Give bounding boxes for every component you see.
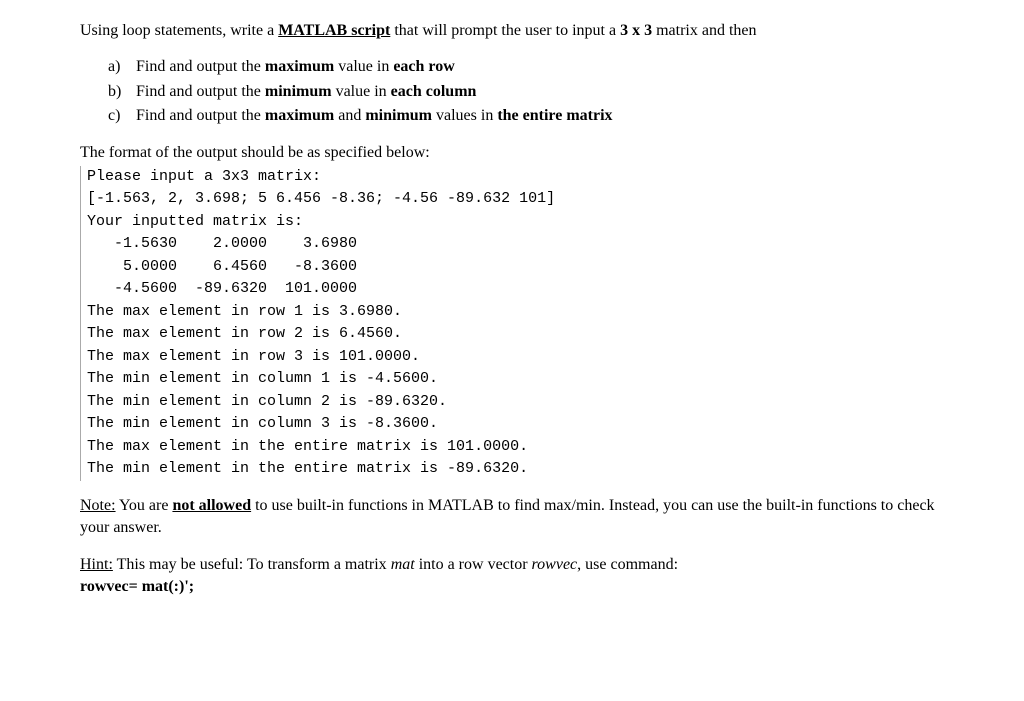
task-a-mid: value in <box>334 58 393 75</box>
task-b-key1: minimum <box>265 83 332 100</box>
task-b-marker: b) <box>108 81 136 103</box>
intro-text-1: Using loop statements, write a <box>80 22 278 39</box>
intro-text-2: that will prompt the user to input a <box>390 22 620 39</box>
format-label: The format of the output should be as sp… <box>80 142 944 164</box>
hint-label: Hint: <box>80 556 113 573</box>
hint-command: rowvec= mat(:)'; <box>80 578 194 595</box>
note-text-1: You are <box>116 497 173 514</box>
task-a-marker: a) <box>108 56 136 78</box>
output-example: Please input a 3x3 matrix: [-1.563, 2, 3… <box>80 166 944 481</box>
task-c: c)Find and output the maximum and minimu… <box>108 105 944 127</box>
intro-text-3: matrix and then <box>652 22 756 39</box>
hint-text-1: This may be useful: To transform a matri… <box>113 556 391 573</box>
task-c-marker: c) <box>108 105 136 127</box>
task-a-key2: each row <box>393 58 454 75</box>
task-a-pre: Find and output the <box>136 58 265 75</box>
task-c-mid: values in <box>432 107 497 124</box>
task-a-key1: maximum <box>265 58 334 75</box>
hint-paragraph: Hint: This may be useful: To transform a… <box>80 554 944 599</box>
note-emphasis: not allowed <box>172 497 251 514</box>
task-a: a)Find and output the maximum value in e… <box>108 56 944 78</box>
task-b: b)Find and output the minimum value in e… <box>108 81 944 103</box>
task-c-pre: Find and output the <box>136 107 265 124</box>
task-b-mid: value in <box>332 83 391 100</box>
task-c-key3: the entire matrix <box>497 107 612 124</box>
task-list: a)Find and output the maximum value in e… <box>108 56 944 127</box>
hint-text-2: into a row vector <box>415 556 532 573</box>
note-paragraph: Note: You are not allowed to use built-i… <box>80 495 944 540</box>
intro-paragraph: Using loop statements, write a MATLAB sc… <box>80 20 944 42</box>
task-b-pre: Find and output the <box>136 83 265 100</box>
task-c-key2: minimum <box>365 107 432 124</box>
task-c-and: and <box>334 107 365 124</box>
intro-emphasis-size: 3 x 3 <box>620 22 652 39</box>
task-b-key2: each column <box>391 83 477 100</box>
task-c-key1: maximum <box>265 107 334 124</box>
note-label: Note: <box>80 497 116 514</box>
intro-emphasis-script: MATLAB script <box>278 22 390 39</box>
hint-var-rowvec: rowvec <box>532 556 578 573</box>
hint-text-3: , use command: <box>577 556 678 573</box>
hint-var-mat: mat <box>391 556 415 573</box>
